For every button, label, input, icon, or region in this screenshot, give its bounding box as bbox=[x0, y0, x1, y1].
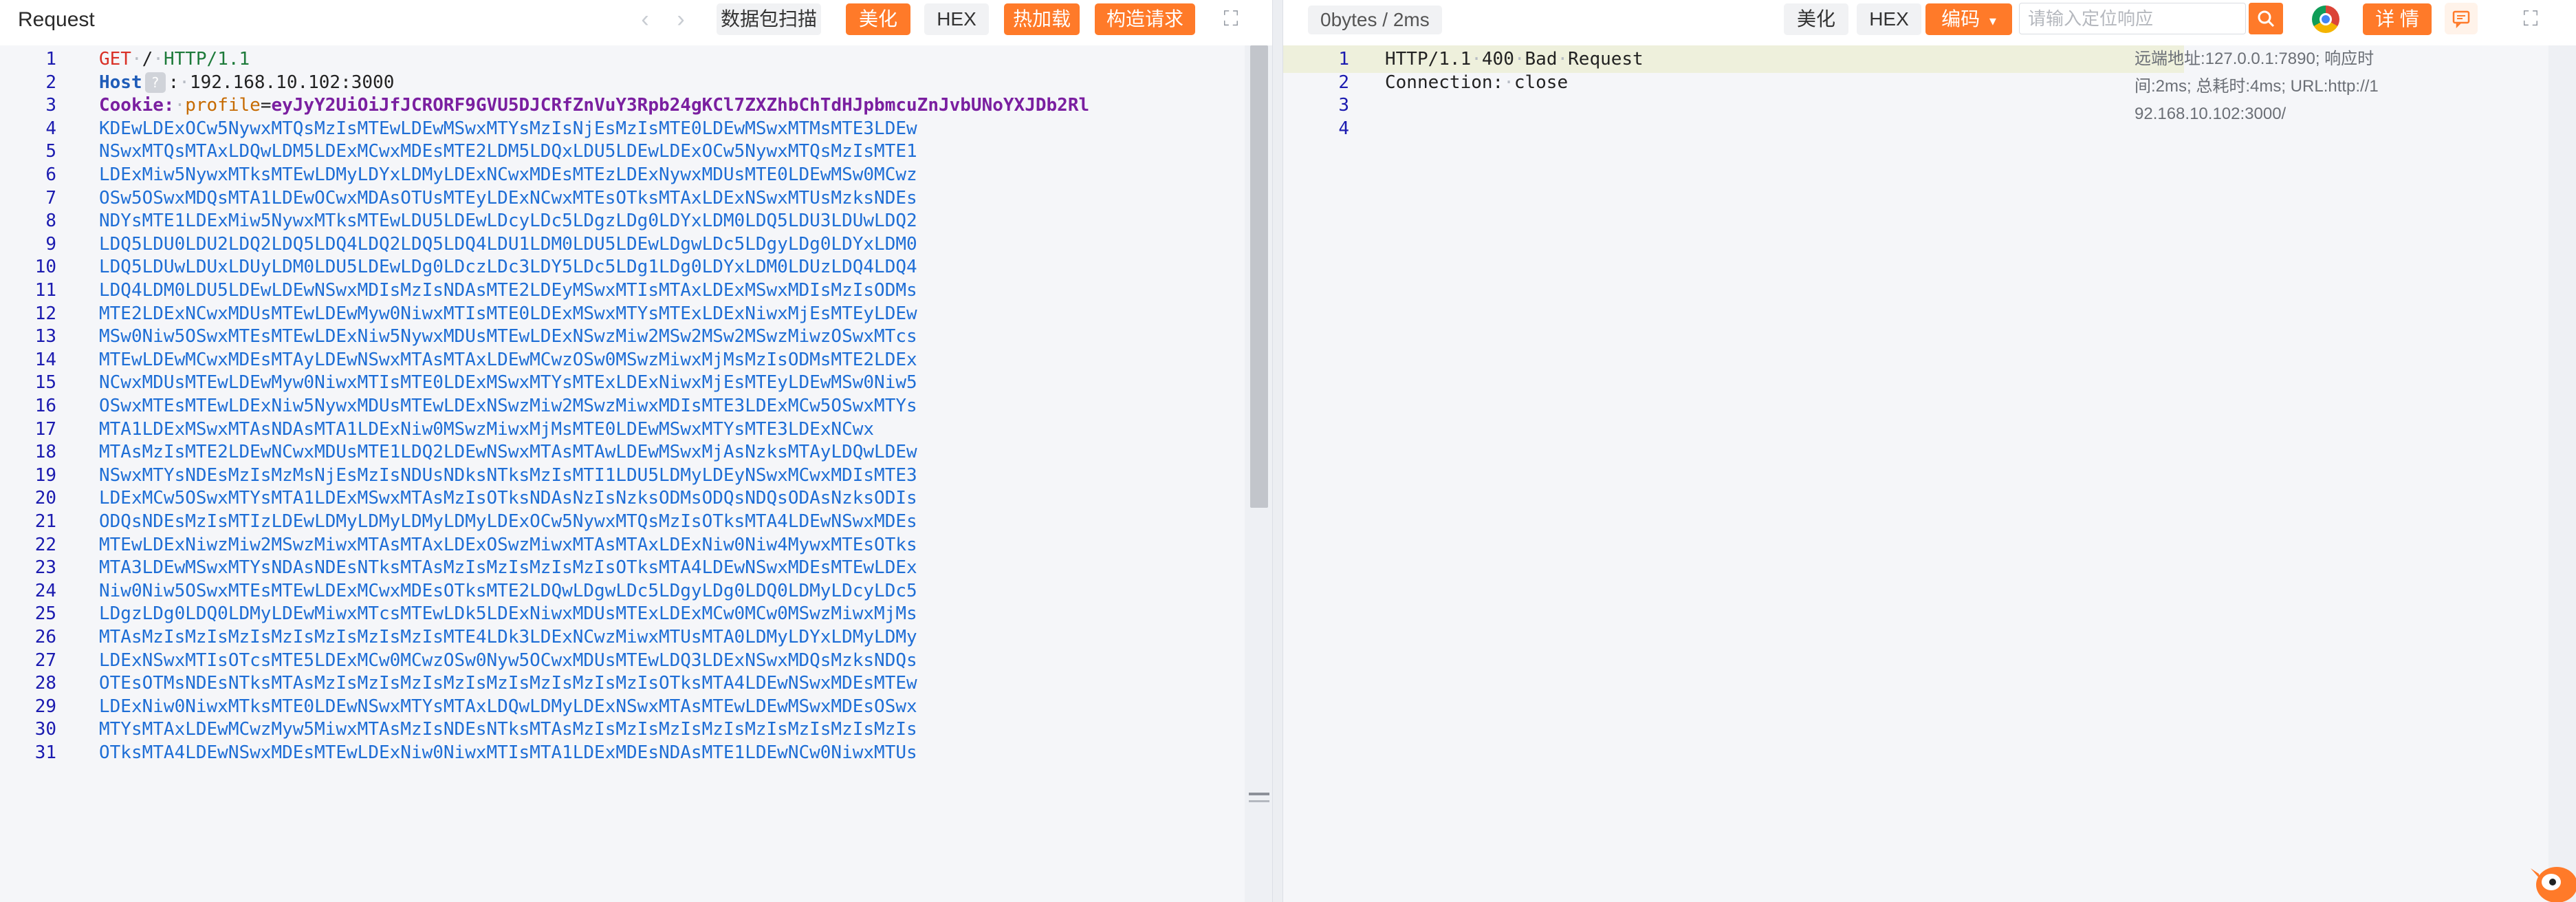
chevron-left-icon[interactable]: ‹ bbox=[630, 4, 660, 34]
code-token: eyJyY2UiOiJfJCRORF9GVU5DJCRfZnVuY3Rpb24g… bbox=[271, 95, 1090, 116]
line-number: 4 bbox=[1338, 118, 1349, 139]
code-token: = bbox=[260, 95, 272, 116]
build-request-button[interactable]: 构造请求 bbox=[1095, 3, 1195, 35]
code-token: : bbox=[168, 72, 179, 93]
response-toolbar: 0bytes / 2ms 美化 HEX 编码 ▾ 详 情 ⛶ bbox=[1283, 0, 2576, 40]
response-scrollbar[interactable] bbox=[2548, 45, 2576, 902]
chevron-down-icon: ▾ bbox=[1989, 14, 1996, 29]
code-token: · bbox=[1557, 49, 1569, 69]
search-icon bbox=[2258, 10, 2275, 28]
code-token: LDQ4LDM0LDU5LDEwLDEwNSwxMDIsMzIsNDAsMTE2… bbox=[99, 280, 917, 301]
request-pane: Request ‹ › 数据包扫描 美化 HEX 热加载 构造请求 ⛶ 1 GET… bbox=[0, 0, 1272, 902]
code-token: NSwxMTYsNDEsMzIsMzMsNjEsMzIsNDUsNDksNTks… bbox=[99, 464, 917, 486]
code-token: profile bbox=[185, 95, 261, 116]
details-button[interactable]: 详 情 bbox=[2363, 3, 2432, 35]
request-toolbar: Request ‹ › 数据包扫描 美化 HEX 热加载 构造请求 ⛶ bbox=[0, 0, 1272, 40]
response-hex-button[interactable]: HEX bbox=[1857, 3, 1921, 35]
code-token: OSwxMTEsMTEwLDExNiw5NywxMDUsMTEwLDExNSwz… bbox=[99, 396, 917, 416]
code-token: OTEsOTMsNDEsNTksMTAsMzIsMzIsMzIsMzIsMzIs… bbox=[99, 673, 917, 694]
chevron-right-icon[interactable]: › bbox=[666, 4, 696, 34]
code-token: LDExNiw0NiwxMTksMTE0LDEwNSwxMTYsMTAxLDQw… bbox=[99, 696, 917, 717]
code-token: 192.168.10.102:3000 bbox=[189, 72, 395, 93]
search-button[interactable] bbox=[2249, 3, 2283, 34]
code-token: Niw0Niw5OSwxMTEsMTEwLDExMCwxMDEsOTksMTE2… bbox=[99, 580, 917, 601]
encode-dropdown[interactable]: 编码 ▾ bbox=[1925, 3, 2012, 35]
code-token: MTYsMTAxLDEwMCwzMyw5MiwxMTAsMzIsNDEsNTks… bbox=[99, 719, 917, 740]
code-token: ODQsNDEsMzIsMTIzLDEwLDMyLDMyLDMyLDMyLDEx… bbox=[99, 511, 917, 532]
code-token: Host bbox=[99, 72, 142, 93]
code-token: HTTP/1.1 bbox=[163, 49, 250, 69]
response-info-line: 远端地址:127.0.0.1:7890; 响应时 bbox=[2135, 50, 2375, 68]
code-token: · bbox=[1503, 72, 1514, 93]
code-token: 400 bbox=[1481, 49, 1514, 69]
code-token: MTA1LDExMSwxMTAsNDAsMTA1LDExNiw0MSwzMiwx… bbox=[99, 418, 875, 440]
request-editor[interactable]: 1 GET·/·HTTP/1.1 2 Host?:·192.168.10.102:30… bbox=[0, 45, 1245, 902]
code-token: Bad bbox=[1525, 49, 1558, 69]
code-token: / bbox=[142, 49, 153, 69]
expand-icon[interactable]: ⛶ bbox=[1216, 4, 1246, 34]
code-token: GET bbox=[99, 49, 131, 69]
locate-response-input[interactable] bbox=[2019, 3, 2246, 34]
line-content: OTksMTA4LDEwNSwxMDEsMTEwLDExNiw0NiwxMTIs… bbox=[99, 739, 917, 766]
code-line: 31 OTksMTA4LDEwNSwxMDEsMTEwLDExNiw0NiwxMT… bbox=[0, 739, 1245, 766]
beautify-button[interactable]: 美化 bbox=[846, 3, 910, 35]
response-expand-icon[interactable]: ⛶ bbox=[2515, 4, 2546, 34]
response-beautify-button[interactable]: 美化 bbox=[1784, 3, 1848, 35]
code-token: KDEwLDExOCw5NywxMTQsMzIsMTEwLDEwMSwxMTYs… bbox=[99, 118, 917, 139]
code-token: LDExMCw5OSwxMTYsMTA1LDExMSwxMTAsMzIsOTks… bbox=[99, 488, 917, 509]
line-number: 31 bbox=[34, 742, 56, 763]
encode-label: 编码 bbox=[1941, 8, 1980, 30]
code-token: LDExMiw5NywxMTksMTEwLDMyLDYxLDMyLDExNCwx… bbox=[99, 164, 917, 185]
code-token: close bbox=[1514, 72, 1569, 93]
response-status: 0bytes / 2ms bbox=[1308, 6, 1442, 34]
request-title: Request bbox=[18, 8, 95, 31]
code-token: MTA3LDEwMSwxMTYsNDAsNDEsNTksMTAsMzIsMzIs… bbox=[99, 557, 917, 579]
chrome-icon[interactable] bbox=[2312, 6, 2339, 33]
code-token: · bbox=[1514, 49, 1525, 69]
response-info: 远端地址:127.0.0.1:7890; 响应时 间:2ms; 总耗时:4ms;… bbox=[2135, 45, 2410, 128]
code-token: · bbox=[179, 72, 190, 93]
code-token: · bbox=[131, 49, 142, 69]
request-scrollbar-thumb[interactable] bbox=[1250, 45, 1268, 508]
code-token: MTE2LDExNCwxMDUsMTEwLDEwMyw0NiwxMTIsMTE0… bbox=[99, 303, 917, 324]
code-token: NCwxMDUsMTEwLDEwMyw0NiwxMTIsMTE0LDExMSwx… bbox=[99, 372, 917, 394]
code-token: MTEwLDEwMCwxMDEsMTAyLDEwNSwxMTAsMTAxLDEw… bbox=[99, 349, 917, 370]
code-token: MTAsMzIsMzIsMzIsMzIsMzIsMzIsMzIsMTE4LDk3… bbox=[99, 627, 917, 647]
code-token: MTEwLDExNiwzMiw2MSwzMiwxMTAsMTAxLDExOSwz… bbox=[99, 534, 917, 555]
comment-button[interactable] bbox=[2445, 3, 2478, 34]
code-token: NSwxMTQsMTAxLDQwLDM5LDExMCwxMDEsMTE2LDM5… bbox=[99, 141, 917, 162]
code-token: OSw5OSwxMDQsMTA1LDEwOCwxMDAsOTUsMTEyLDEx… bbox=[99, 187, 917, 208]
code-token: Connection: bbox=[1385, 72, 1504, 93]
hot-load-button[interactable]: 热加载 bbox=[1004, 3, 1080, 35]
code-token: · bbox=[153, 49, 164, 69]
response-editor[interactable]: 1 HTTP/1.1·400·Bad·Request 2 Connection:·cl… bbox=[1283, 45, 2548, 902]
mascot-icon bbox=[2531, 867, 2576, 902]
hex-button[interactable]: HEX bbox=[924, 3, 989, 35]
response-info-line: 间:2ms; 总耗时:4ms; URL:http://1 bbox=[2135, 77, 2379, 96]
code-token: · bbox=[1471, 49, 1482, 69]
code-token: MTAsMzIsMTE2LDEwNCwxMDUsMTE1LDQ2LDEwNSwx… bbox=[99, 442, 917, 463]
code-token: LDExNSwxMTIsOTcsMTE5LDExMCw0MCwzOSw0Nyw5… bbox=[99, 649, 917, 671]
response-info-line: 92.168.10.102:3000/ bbox=[2135, 105, 2286, 123]
help-badge-icon[interactable]: ? bbox=[144, 72, 166, 94]
code-token: · bbox=[174, 95, 186, 116]
code-token: LDQ5LDU0LDU2LDQ2LDQ5LDQ4LDQ2LDQ5LDQ4LDU1… bbox=[99, 233, 917, 255]
split-divider[interactable] bbox=[1272, 0, 1283, 902]
scroll-position-marker bbox=[1249, 793, 1269, 802]
code-token: Request bbox=[1568, 49, 1644, 69]
code-token: LDQ5LDUwLDUxLDUyLDM0LDU5LDEwLDg0LDczLDc3… bbox=[99, 257, 917, 278]
code-token: LDgzLDg0LDQ0LDMyLDEwMiwxMTcsMTEwLDk5LDEx… bbox=[99, 603, 917, 625]
code-token: Cookie: bbox=[99, 95, 175, 116]
code-token: NDYsMTE1LDExMiw5NywxMTksMTEwLDU5LDEwLDcy… bbox=[99, 211, 917, 232]
code-token: MSw0Niw5OSwxMTEsMTEwLDExNiw5NywxMDUsMTEw… bbox=[99, 326, 917, 347]
request-scrollbar[interactable] bbox=[1245, 45, 1272, 902]
code-token: OTksMTA4LDEwNSwxMDEsMTEwLDExNiw0NiwxMTIs… bbox=[99, 742, 917, 763]
response-pane: 0bytes / 2ms 美化 HEX 编码 ▾ 详 情 ⛶ 1HTTP/ bbox=[1283, 0, 2576, 902]
packet-scan-button[interactable]: 数据包扫描 bbox=[717, 3, 821, 35]
code-token: HTTP/1.1 bbox=[1385, 49, 1472, 69]
comment-icon bbox=[2452, 10, 2470, 28]
